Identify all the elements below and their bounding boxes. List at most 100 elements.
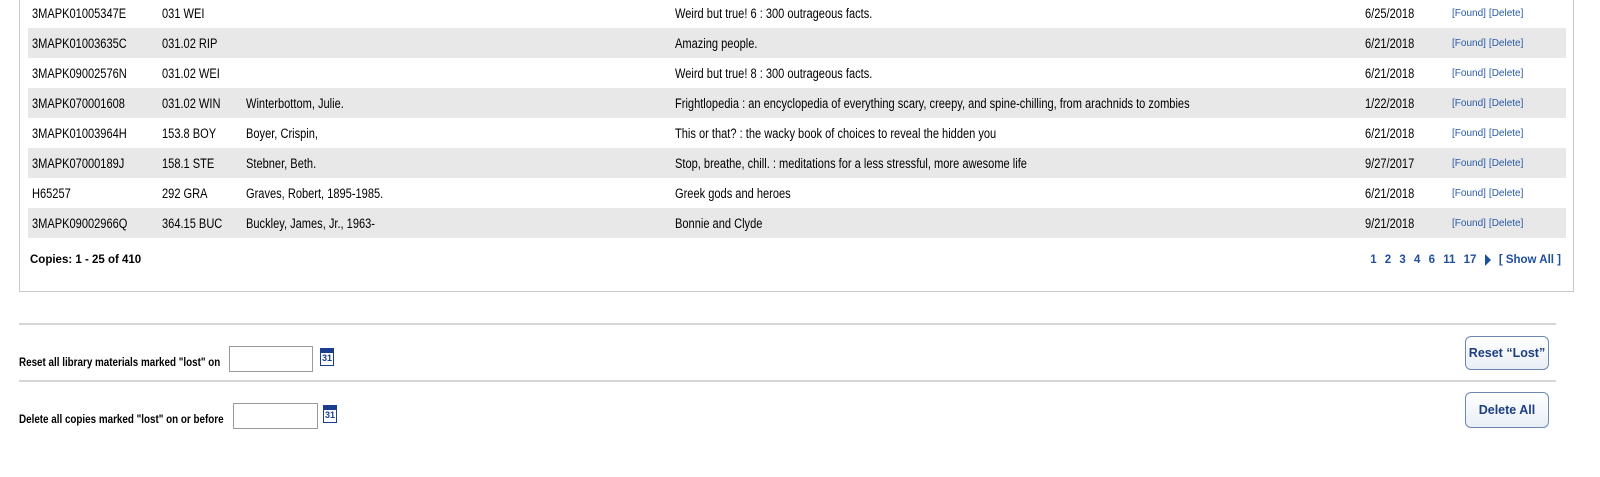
found-link[interactable]: [Found] bbox=[1452, 68, 1486, 79]
date-cell-text: 6/25/2018 bbox=[1365, 5, 1415, 21]
barcode-cell: 3MAPK07000189J bbox=[28, 148, 162, 178]
found-link[interactable]: [Found] bbox=[1452, 38, 1486, 49]
call-number-cell-text: 031.02 WIN bbox=[162, 95, 221, 111]
title-cell: This or that? : the wacky book of choice… bbox=[675, 118, 1365, 148]
page-link-4[interactable]: 4 bbox=[1414, 254, 1420, 266]
call-number-cell: 292 GRA bbox=[162, 178, 246, 208]
title-cell-text: Weird but true! 8 : 300 outrageous facts… bbox=[675, 65, 873, 81]
barcode-cell: 3MAPK01005347E bbox=[28, 0, 162, 28]
title-cell-text: Frightlopedia : an encyclopedia of every… bbox=[675, 95, 1190, 111]
page-link-6[interactable]: 6 bbox=[1429, 254, 1435, 266]
date-cell-text: 9/21/2018 bbox=[1365, 215, 1415, 231]
found-link[interactable]: [Found] bbox=[1452, 128, 1486, 139]
actions-cell: [Found] [Delete] bbox=[1452, 28, 1566, 58]
date-cell: 6/21/2018 bbox=[1365, 28, 1452, 58]
found-link[interactable]: [Found] bbox=[1452, 158, 1486, 169]
title-cell: Amazing people. bbox=[675, 28, 1365, 58]
delete-link[interactable]: [Delete] bbox=[1489, 68, 1523, 79]
title-cell: Bonnie and Clyde bbox=[675, 208, 1365, 238]
found-link[interactable]: [Found] bbox=[1452, 218, 1486, 229]
delete-all-button[interactable]: Delete All bbox=[1465, 392, 1549, 428]
author-cell: Stebner, Beth. bbox=[246, 148, 675, 178]
barcode-cell-text: 3MAPK01003635C bbox=[32, 35, 127, 51]
table-row: H65257 292 GRA Graves, Robert, 1895-1985. G… bbox=[28, 178, 1566, 208]
call-number-cell: 031.02 RIP bbox=[162, 28, 246, 58]
date-cell-text: 1/22/2018 bbox=[1365, 95, 1415, 111]
title-cell-text: This or that? : the wacky book of choice… bbox=[675, 125, 997, 141]
author-cell-text: Boyer, Crispin, bbox=[246, 125, 318, 141]
date-cell: 6/25/2018 bbox=[1365, 0, 1452, 28]
divider bbox=[19, 323, 1556, 325]
call-number-cell-text: 364.15 BUC bbox=[162, 215, 223, 231]
page-link-3[interactable]: 3 bbox=[1399, 254, 1405, 266]
author-cell bbox=[246, 0, 675, 28]
title-cell-text: Amazing people. bbox=[675, 35, 758, 51]
title-cell-text: Bonnie and Clyde bbox=[675, 215, 763, 231]
page-link-11[interactable]: 11 bbox=[1443, 254, 1455, 266]
call-number-cell-text: 031 WEI bbox=[162, 5, 205, 21]
reset-lost-label: Reset all library materials marked "lost… bbox=[19, 355, 221, 369]
title-cell: Weird but true! 6 : 300 outrageous facts… bbox=[675, 0, 1365, 28]
reset-lost-button[interactable]: Reset “Lost” bbox=[1465, 336, 1549, 370]
author-cell bbox=[246, 28, 675, 58]
delete-link[interactable]: [Delete] bbox=[1489, 188, 1523, 199]
table-row: 3MAPK09002966Q 364.15 BUC Buckley, James, … bbox=[28, 208, 1566, 238]
page-link-1[interactable]: 1 bbox=[1370, 254, 1376, 266]
actions-cell: [Found] [Delete] bbox=[1452, 178, 1566, 208]
date-cell: 9/27/2017 bbox=[1365, 148, 1452, 178]
found-link[interactable]: [Found] bbox=[1452, 8, 1486, 19]
call-number-cell-text: 158.1 STE bbox=[162, 155, 215, 171]
next-page-icon[interactable] bbox=[1484, 254, 1491, 266]
table-footer: Copies: 1 - 25 of 410 1 2 3 4 6 11 17 [ … bbox=[20, 254, 1573, 274]
author-cell bbox=[246, 58, 675, 88]
date-cell: 1/22/2018 bbox=[1365, 88, 1452, 118]
title-cell-text: Greek gods and heroes bbox=[675, 185, 791, 201]
actions-cell: [Found] [Delete] bbox=[1452, 148, 1566, 178]
page-link-17[interactable]: 17 bbox=[1464, 254, 1477, 266]
barcode-cell-text: 3MAPK07000189J bbox=[32, 155, 125, 171]
copies-table: 3MAPK01005347E 031 WEI Weird but true! 6 :… bbox=[28, 0, 1566, 238]
date-cell: 6/21/2018 bbox=[1365, 178, 1452, 208]
date-cell-text: 6/21/2018 bbox=[1365, 125, 1415, 141]
date-cell-text: 6/21/2018 bbox=[1365, 65, 1415, 81]
reset-date-input[interactable] bbox=[229, 346, 313, 372]
delete-link[interactable]: [Delete] bbox=[1489, 128, 1523, 139]
date-cell-text: 6/21/2018 bbox=[1365, 35, 1415, 51]
actions-cell: [Found] [Delete] bbox=[1452, 208, 1566, 238]
call-number-cell-text: 031.02 WEI bbox=[162, 65, 220, 81]
calendar-icon[interactable]: 31 bbox=[323, 405, 337, 423]
copies-count: Copies: 1 - 25 of 410 bbox=[30, 254, 142, 266]
author-cell: Buckley, James, Jr., 1963- bbox=[246, 208, 675, 238]
delete-link[interactable]: [Delete] bbox=[1489, 158, 1523, 169]
calendar-icon[interactable]: 31 bbox=[320, 348, 334, 366]
call-number-cell: 031.02 WEI bbox=[162, 58, 246, 88]
title-cell-text: Stop, breathe, chill. : meditations for … bbox=[675, 155, 1027, 171]
reset-lost-row: Reset all library materials marked "lost… bbox=[19, 336, 1556, 376]
title-cell-text: Weird but true! 6 : 300 outrageous facts… bbox=[675, 5, 873, 21]
barcode-cell-text: 3MAPK09002576N bbox=[32, 65, 127, 81]
delete-link[interactable]: [Delete] bbox=[1489, 38, 1523, 49]
call-number-cell-text: 292 GRA bbox=[162, 185, 208, 201]
call-number-cell: 158.1 STE bbox=[162, 148, 246, 178]
title-cell: Frightlopedia : an encyclopedia of every… bbox=[675, 88, 1365, 118]
actions-cell: [Found] [Delete] bbox=[1452, 118, 1566, 148]
actions-cell: [Found] [Delete] bbox=[1452, 0, 1566, 28]
barcode-cell: 3MAPK070001608 bbox=[28, 88, 162, 118]
delete-link[interactable]: [Delete] bbox=[1489, 218, 1523, 229]
date-cell-text: 6/21/2018 bbox=[1365, 185, 1415, 201]
show-all-link[interactable]: [ Show All ] bbox=[1499, 254, 1561, 266]
table-row: 3MAPK07000189J 158.1 STE Stebner, Beth. Sto… bbox=[28, 148, 1566, 178]
delete-lost-row: Delete all copies marked "lost" on or be… bbox=[19, 392, 1556, 432]
page-link-2[interactable]: 2 bbox=[1385, 254, 1391, 266]
barcode-cell: 3MAPK01003635C bbox=[28, 28, 162, 58]
found-link[interactable]: [Found] bbox=[1452, 188, 1486, 199]
barcode-cell-text: H65257 bbox=[32, 185, 71, 201]
delete-link[interactable]: [Delete] bbox=[1489, 98, 1523, 109]
author-cell: Graves, Robert, 1895-1985. bbox=[246, 178, 675, 208]
delete-link[interactable]: [Delete] bbox=[1489, 8, 1523, 19]
delete-date-input[interactable] bbox=[233, 403, 318, 429]
call-number-cell: 153.8 BOY bbox=[162, 118, 246, 148]
actions-cell: [Found] [Delete] bbox=[1452, 58, 1566, 88]
found-link[interactable]: [Found] bbox=[1452, 98, 1486, 109]
table-row: 3MAPK01003635C 031.02 RIP Amazing people. 6… bbox=[28, 28, 1566, 58]
